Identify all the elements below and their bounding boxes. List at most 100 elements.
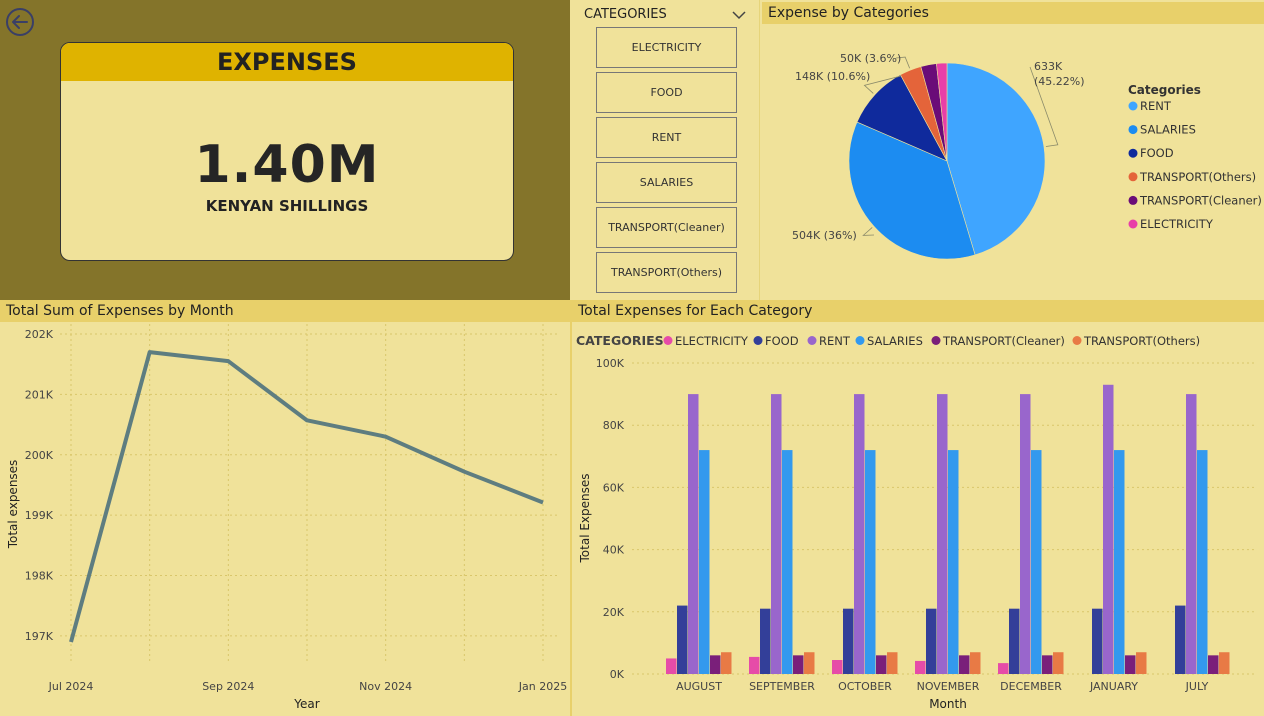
line-x-tick: Jul 2024: [48, 680, 94, 693]
slicer-item-rent[interactable]: RENT: [596, 117, 737, 158]
bar-legend-swatch: [663, 336, 673, 345]
bar-september-rent[interactable]: [771, 394, 782, 674]
slicer-item-food[interactable]: FOOD: [596, 72, 737, 113]
bar-legend-swatch: [753, 336, 763, 345]
bar-y-tick: 20K: [603, 606, 625, 619]
bar-july-food[interactable]: [1175, 605, 1186, 674]
kpi-title: EXPENSES: [61, 43, 513, 81]
bar-december-salaries[interactable]: [1031, 450, 1042, 674]
pie-legend-swatch: [1128, 172, 1138, 182]
panel-divider: [570, 300, 572, 716]
back-arrow-icon[interactable]: [4, 6, 36, 38]
line-y-tick: 200K: [25, 449, 54, 462]
slicer-item-transport-others[interactable]: TRANSPORT(Others): [596, 252, 737, 293]
category-slicer: CATEGORIES ELECTRICITY FOOD RENT SALARIE…: [572, 0, 760, 300]
bar-september-food[interactable]: [760, 608, 771, 674]
bar-legend-label[interactable]: ELECTRICITY: [675, 334, 749, 348]
bar-november-electricity[interactable]: [915, 660, 926, 674]
bar-legend-title: CATEGORIES: [576, 333, 664, 348]
slicer-item-salaries[interactable]: SALARIES: [596, 162, 737, 203]
bar-november-food[interactable]: [926, 608, 937, 674]
bar-september-transport-others[interactable]: [804, 652, 815, 674]
line-y-axis-title: Total expenses: [6, 460, 20, 550]
bar-legend-swatch: [807, 336, 817, 345]
line-y-tick: 201K: [25, 388, 54, 401]
bar-x-tick: JANUARY: [1089, 680, 1138, 693]
pie-panel-title: Expense by Categories: [762, 2, 1264, 24]
bar-y-tick: 0K: [610, 668, 625, 681]
bar-july-salaries[interactable]: [1197, 450, 1208, 674]
kpi-unit: KENYAN SHILLINGS: [205, 197, 369, 215]
bar-september-transport-cleaner[interactable]: [793, 655, 804, 674]
bar-november-transport-cleaner[interactable]: [959, 655, 970, 674]
bar-legend-label[interactable]: SALARIES: [867, 334, 923, 348]
bar-y-tick: 80K: [603, 419, 625, 432]
bar-december-food[interactable]: [1009, 608, 1020, 674]
pie-leader-line: [862, 227, 875, 236]
bar-july-rent[interactable]: [1186, 394, 1197, 674]
bar-august-salaries[interactable]: [699, 450, 710, 674]
kpi-value: 1.40M: [194, 135, 380, 195]
bar-december-electricity[interactable]: [998, 663, 1009, 674]
line-x-tick: Jan 2025: [518, 680, 567, 693]
bar-x-tick: OCTOBER: [838, 680, 892, 693]
line-chart: 197K 198K 199K 200K 201K 202K Jul 2024 Sep 2024…: [6, 324, 567, 711]
bar-y-tick: 100K: [596, 357, 625, 370]
pie-legend-swatch: [1128, 148, 1138, 158]
bar-august-food[interactable]: [677, 605, 688, 674]
bar-december-transport-cleaner[interactable]: [1042, 655, 1053, 674]
bar-august-transport-others[interactable]: [721, 652, 732, 674]
bar-august-electricity[interactable]: [666, 658, 677, 674]
bar-september-electricity[interactable]: [749, 656, 760, 674]
pie-data-label-rent-value: 633K: [1034, 60, 1063, 73]
bar-october-salaries[interactable]: [865, 450, 876, 674]
bar-december-transport-others[interactable]: [1053, 652, 1064, 674]
bar-january-transport-cleaner[interactable]: [1125, 655, 1136, 674]
line-y-tick: 199K: [25, 509, 54, 522]
pie-legend-title: Categories: [1128, 83, 1201, 97]
bar-july-transport-others[interactable]: [1219, 652, 1230, 674]
pie-legend-label[interactable]: ELECTRICITY: [1140, 217, 1214, 231]
chevron-down-icon[interactable]: [732, 9, 746, 21]
bar-july-transport-cleaner[interactable]: [1208, 655, 1219, 674]
slicer-item-transport-cleaner[interactable]: TRANSPORT(Cleaner): [596, 207, 737, 248]
line-x-axis-title: Year: [293, 697, 319, 711]
line-x-tick: Sep 2024: [202, 680, 254, 693]
pie-legend-label[interactable]: RENT: [1140, 99, 1172, 113]
pie-legend-swatch: [1128, 125, 1138, 135]
bar-y-tick: 40K: [603, 544, 625, 557]
bar-october-food[interactable]: [843, 608, 854, 674]
bar-legend-label[interactable]: TRANSPORT(Others): [1083, 334, 1200, 348]
bar-january-food[interactable]: [1092, 608, 1103, 674]
bar-legend-label[interactable]: FOOD: [765, 334, 799, 348]
bar-november-transport-others[interactable]: [970, 652, 981, 674]
bar-legend-label[interactable]: RENT: [819, 334, 851, 348]
bar-october-transport-cleaner[interactable]: [876, 655, 887, 674]
line-y-tick: 197K: [25, 630, 54, 643]
pie-legend-label[interactable]: TRANSPORT(Others): [1139, 170, 1256, 184]
bar-legend-swatch: [855, 336, 865, 345]
slicer-item-electricity[interactable]: ELECTRICITY: [596, 27, 737, 68]
pie-legend-label[interactable]: TRANSPORT(Cleaner): [1139, 193, 1262, 207]
bar-october-rent[interactable]: [854, 394, 865, 674]
bar-october-transport-others[interactable]: [887, 652, 898, 674]
bar-december-rent[interactable]: [1020, 394, 1031, 674]
kpi-card: EXPENSES 1.40M KENYAN SHILLINGS: [60, 42, 514, 261]
bar-august-transport-cleaner[interactable]: [710, 655, 721, 674]
bar-legend-swatch: [1072, 336, 1082, 345]
bar-panel-title: Total Expenses for Each Category: [572, 300, 1264, 322]
bar-january-transport-others[interactable]: [1136, 652, 1147, 674]
line-y-tick: 198K: [25, 570, 54, 583]
pie-data-label: 148K (10.6%): [795, 70, 870, 83]
bar-november-salaries[interactable]: [948, 450, 959, 674]
pie-legend-label[interactable]: SALARIES: [1140, 123, 1196, 137]
slicer-header[interactable]: CATEGORIES: [584, 7, 756, 25]
bar-september-salaries[interactable]: [782, 450, 793, 674]
bar-october-electricity[interactable]: [832, 660, 843, 674]
bar-january-rent[interactable]: [1103, 384, 1114, 674]
bar-november-rent[interactable]: [937, 394, 948, 674]
bar-january-salaries[interactable]: [1114, 450, 1125, 674]
bar-legend-label[interactable]: TRANSPORT(Cleaner): [942, 334, 1065, 348]
bar-august-rent[interactable]: [688, 394, 699, 674]
pie-legend-label[interactable]: FOOD: [1140, 146, 1174, 160]
